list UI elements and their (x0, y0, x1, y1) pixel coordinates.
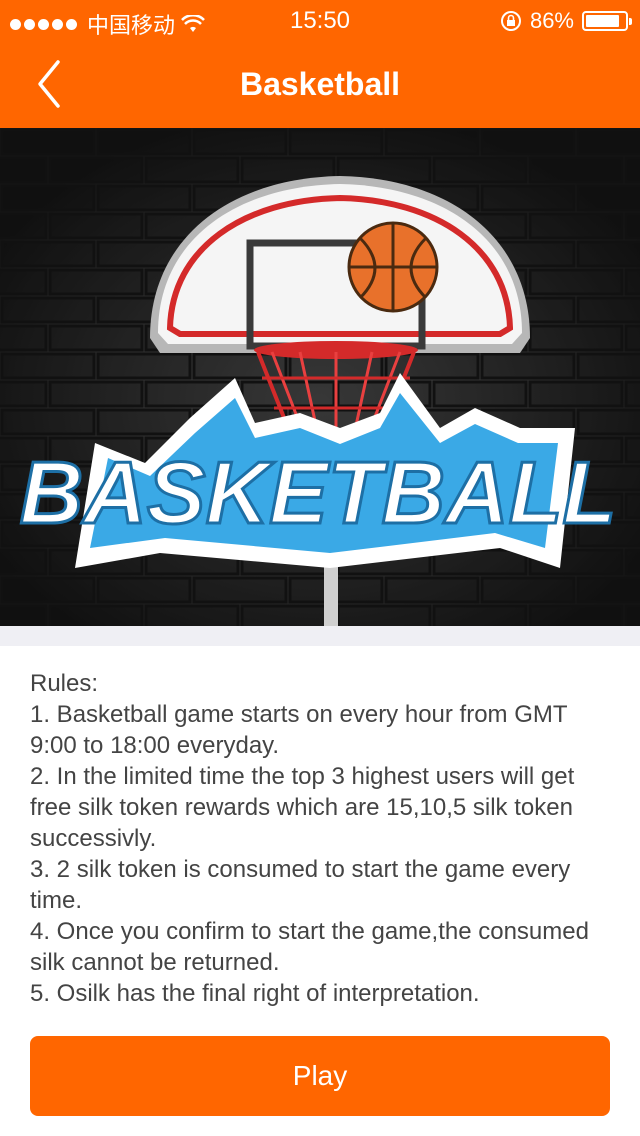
rule-item: 1. Basketball game starts on every hour … (30, 701, 568, 759)
rules-heading: Rules: (30, 670, 99, 697)
battery-percent: 86% (529, 8, 574, 33)
rule-item: 3. 2 silk token is consumed to start the… (30, 856, 571, 914)
rotation-lock-icon (500, 11, 521, 31)
game-banner: BASKETBALL (0, 128, 640, 626)
rule-item: 2. In the limited time the top 3 highest… (30, 763, 575, 852)
top-bar: 中国移动 15:50 86% Basketball (0, 0, 640, 128)
basketball-banner-image: BASKETBALL (0, 128, 640, 626)
section-divider (0, 626, 640, 646)
rule-item: 4. Once you confirm to start the game,th… (30, 918, 589, 976)
play-button[interactable]: Play (30, 1036, 610, 1116)
rule-item: 5. Osilk has the final right of interpre… (30, 980, 480, 1007)
banner-logo-text: BASKETBALL (20, 443, 616, 542)
status-right: 86% (500, 8, 632, 34)
status-bar: 中国移动 15:50 86% (0, 0, 640, 40)
rules-section: Rules: 1. Basketball game starts on ever… (30, 668, 620, 1009)
battery-icon (582, 11, 632, 31)
nav-bar: Basketball (0, 40, 640, 128)
page-title: Basketball (239, 66, 401, 102)
